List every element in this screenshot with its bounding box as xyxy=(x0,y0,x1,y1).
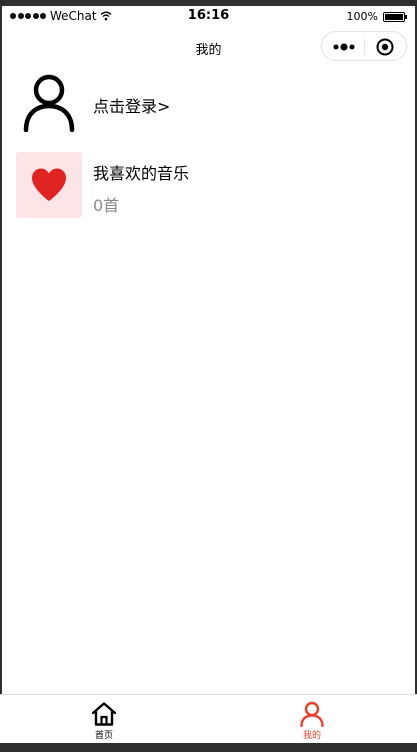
favorite-title: 我喜欢的音乐 xyxy=(93,164,190,183)
more-icon[interactable] xyxy=(332,39,356,55)
login-row[interactable]: 点击登录> xyxy=(18,74,398,132)
heart-icon xyxy=(32,168,66,201)
capsule-divider xyxy=(364,39,365,55)
nav-bar: 我的 xyxy=(0,28,417,68)
tab-mine[interactable]: 我的 xyxy=(208,695,416,743)
tab-home-label: 首页 xyxy=(94,731,113,741)
favorite-music-item[interactable]: 我喜欢的音乐 0首 xyxy=(16,152,406,218)
status-bar: WeChat 16:16 100% xyxy=(0,6,417,28)
device-frame-bottom xyxy=(0,743,417,752)
mini-program-capsule xyxy=(321,31,407,61)
person-icon xyxy=(300,701,324,727)
battery-icon xyxy=(383,11,407,22)
login-link[interactable]: 点击登录> xyxy=(93,93,170,117)
tab-mine-label: 我的 xyxy=(302,731,321,741)
battery-percent: 100% xyxy=(346,10,378,23)
favorite-count: 0首 xyxy=(93,196,120,215)
tab-home[interactable]: 首页 xyxy=(0,695,208,743)
tab-bar: 首页 我的 xyxy=(0,694,417,743)
home-icon xyxy=(91,702,117,726)
close-target-icon[interactable] xyxy=(376,38,394,56)
device-frame-left xyxy=(0,0,2,752)
avatar-icon xyxy=(23,74,75,132)
favorite-cover xyxy=(16,152,82,218)
status-right: 100% xyxy=(346,10,407,23)
